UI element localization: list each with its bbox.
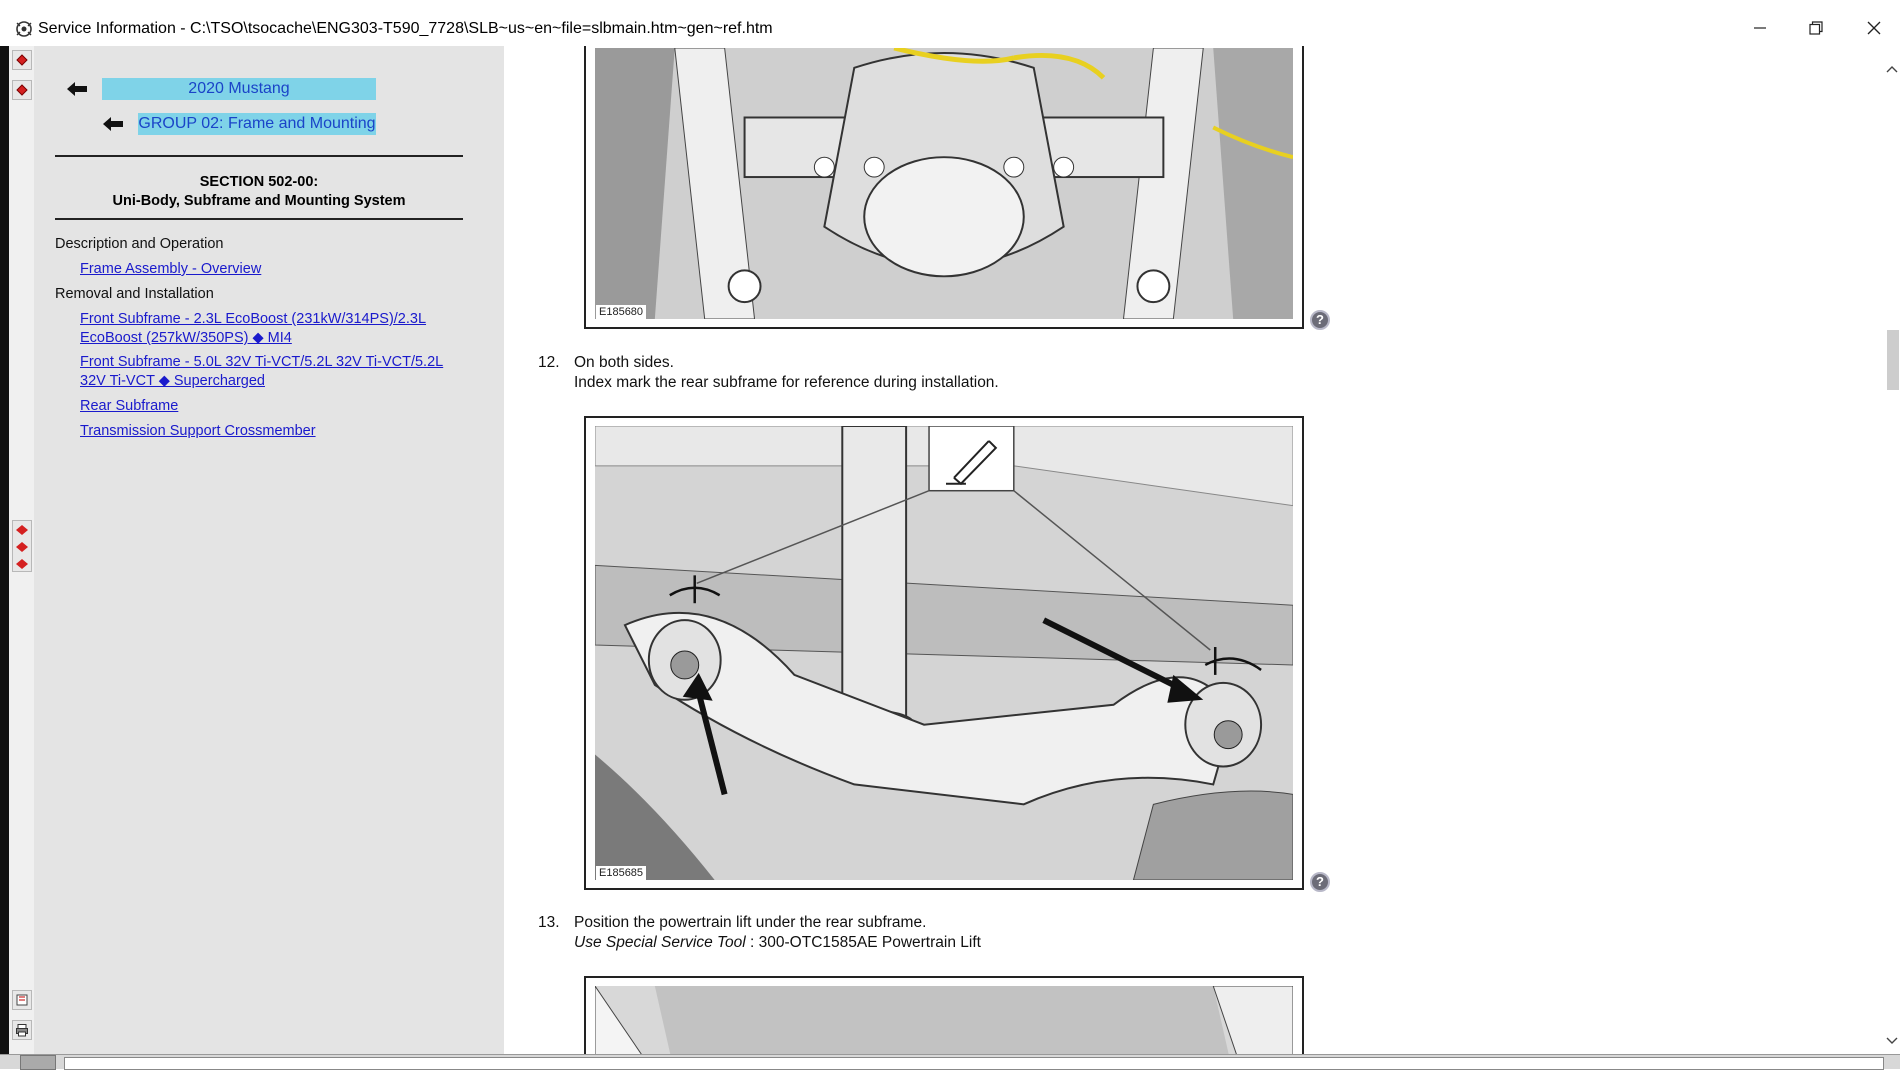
minimize-button[interactable] <box>1740 14 1780 42</box>
breadcrumb-group-link[interactable]: GROUP 02: Frame and Mounting <box>138 113 376 135</box>
bottom-status-bar <box>0 1054 1900 1070</box>
category-removal-installation: Removal and Installation <box>55 286 214 302</box>
back-arrow-icon[interactable] <box>66 80 88 98</box>
link-line: 32V Ti-VCT ◆ Supercharged <box>80 373 265 389</box>
close-icon <box>1867 21 1881 35</box>
figure-id-label: E185680 <box>596 305 647 319</box>
link-line: EcoBoost (257kW/350PS) ◆ MI4 <box>80 330 292 346</box>
step-12-instruction: On both sides. Index mark the rear subfr… <box>574 353 999 393</box>
figure-e185680: E185680 <box>584 46 1304 329</box>
red-diamond-icon <box>16 542 28 552</box>
toc-toggle-button[interactable] <box>12 50 32 70</box>
step-line: Position the powertrain lift under the r… <box>574 914 927 931</box>
category-description-operation: Description and Operation <box>55 236 224 252</box>
figure-id-label: E185685 <box>596 866 647 880</box>
step-13-instruction: Position the powertrain lift under the r… <box>574 913 981 953</box>
step-number: 12. <box>538 354 560 371</box>
link-front-subframe-23l[interactable]: Front Subframe - 2.3L EcoBoost (231kW/31… <box>80 310 460 348</box>
divider <box>55 155 463 157</box>
illustration-index-mark-subframe <box>595 426 1293 880</box>
window-title-bar: Service Information - C:\TSO\tsocache\EN… <box>0 0 1900 46</box>
chevron-down-icon <box>1886 1037 1898 1044</box>
link-frame-assembly-overview[interactable]: Frame Assembly - Overview <box>80 260 460 279</box>
scroll-up-button[interactable] <box>1884 60 1900 78</box>
red-diamond-icon <box>16 525 28 535</box>
restore-icon <box>1809 21 1823 35</box>
printer-icon <box>16 1024 28 1037</box>
procedure-content: E185680 ? 12. On both sides. Index mark … <box>504 46 1884 1054</box>
close-button[interactable] <box>1854 14 1894 42</box>
link-line: Front Subframe - 5.0L 32V Ti-VCT/5.2L 32… <box>80 354 444 370</box>
bookmark-icon <box>16 994 28 1006</box>
step-line: Index mark the rear subframe for referen… <box>574 374 999 391</box>
link-transmission-support-crossmember[interactable]: Transmission Support Crossmember <box>80 422 460 441</box>
red-diamond-icon <box>16 559 28 569</box>
bookmark-button[interactable] <box>12 990 32 1010</box>
vertical-scrollbar[interactable] <box>1884 46 1900 1054</box>
left-toolbar-strip <box>0 46 34 1054</box>
figure-next <box>584 976 1304 1054</box>
chevron-up-icon <box>1886 66 1898 73</box>
help-icon[interactable]: ? <box>1310 310 1330 330</box>
help-icon[interactable]: ? <box>1310 872 1330 892</box>
restore-button[interactable] <box>1796 14 1836 42</box>
status-button[interactable] <box>20 1055 56 1070</box>
illustration-rear-axle-underside <box>595 48 1293 319</box>
section-number: SECTION 502-00: <box>199 174 319 190</box>
index-toggle-button[interactable] <box>12 80 32 100</box>
scrollbar-thumb[interactable] <box>1887 330 1899 390</box>
figure-e185685: E185685 <box>584 416 1304 890</box>
red-diamond-icon <box>16 54 28 66</box>
app-icon <box>16 21 32 37</box>
divider <box>55 218 463 220</box>
special-tool-value: : 300-OTC1585AE Powertrain Lift <box>745 934 981 951</box>
back-arrow-icon[interactable] <box>102 115 124 133</box>
navigation-pane: 2020 Mustang GROUP 02: Frame and Mountin… <box>34 46 504 1054</box>
minimize-icon <box>1754 27 1766 29</box>
step-number: 13. <box>538 914 560 931</box>
step-line: On both sides. <box>574 354 674 371</box>
page-navigation-buttons[interactable] <box>12 520 32 572</box>
red-diamond-icon <box>16 84 28 96</box>
print-button[interactable] <box>12 1020 32 1040</box>
window-title: Service Information - C:\TSO\tsocache\EN… <box>38 20 773 37</box>
special-tool-label: Use Special Service Tool <box>574 934 746 951</box>
breadcrumb-vehicle-link[interactable]: 2020 Mustang <box>102 78 376 100</box>
link-front-subframe-50l[interactable]: Front Subframe - 5.0L 32V Ti-VCT/5.2L 32… <box>80 353 460 391</box>
link-rear-subframe[interactable]: Rear Subframe <box>80 397 460 416</box>
illustration-powertrain-lift <box>595 986 1293 1054</box>
status-field <box>64 1057 1884 1070</box>
link-line: Front Subframe - 2.3L EcoBoost (231kW/31… <box>80 311 427 327</box>
section-title: Uni-Body, Subframe and Mounting System <box>112 193 406 209</box>
scroll-down-button[interactable] <box>1884 1032 1900 1050</box>
